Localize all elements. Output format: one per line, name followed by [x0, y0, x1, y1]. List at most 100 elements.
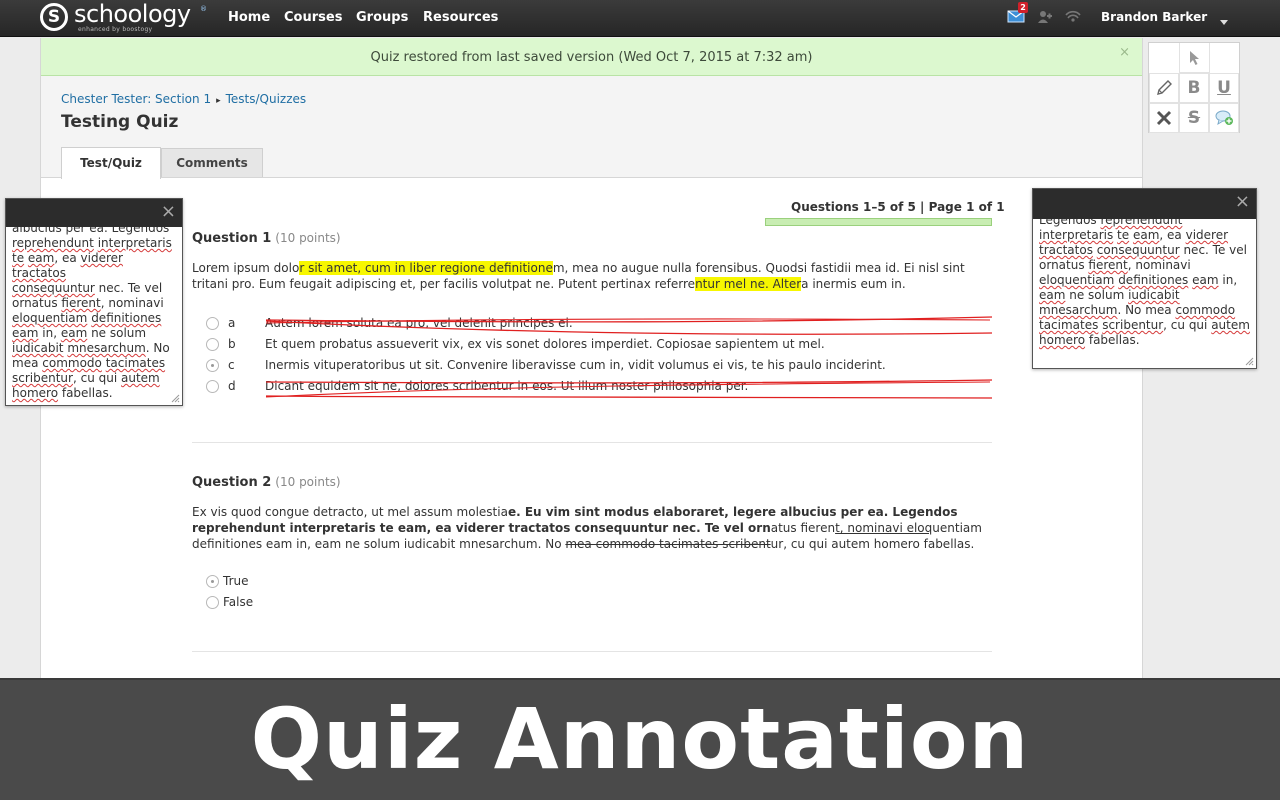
note-word: nec. Te vel: [1179, 243, 1247, 257]
note-word: , ea: [1159, 228, 1186, 242]
question-1-title: Question 1 (10 points): [192, 231, 341, 246]
radio-button[interactable]: [206, 596, 219, 609]
question-1-label: Question 1: [192, 231, 272, 246]
user-menu-name[interactable]: Brandon Barker: [1101, 10, 1207, 24]
note-word: , nominavi: [1127, 258, 1191, 272]
nav-home[interactable]: Home: [228, 10, 270, 25]
strikethrough-text[interactable]: mea commodo tacimates scribent: [565, 537, 770, 551]
annotation-note-right[interactable]: Legendos reprehendunt interpretaris te e…: [1032, 188, 1257, 369]
note-word: eam: [1132, 228, 1160, 242]
flash-close-icon[interactable]: ×: [1119, 45, 1130, 60]
breadcrumb-separator-icon: ▸: [216, 96, 221, 106]
note-word: consequuntur: [12, 281, 95, 295]
schoology-logo[interactable]: S schoology ® enhanced by boostogy: [40, 0, 210, 35]
notifications-icon[interactable]: [1065, 9, 1083, 25]
messages-icon[interactable]: 2: [1007, 2, 1028, 25]
radio-button-selected[interactable]: [206, 575, 219, 588]
main-content-panel: Quiz restored from last saved version (W…: [40, 38, 1143, 678]
choice-letter: d: [228, 379, 236, 393]
resize-handle-icon[interactable]: [1244, 356, 1254, 366]
note-word: viderer: [80, 251, 123, 265]
note-text[interactable]: Legendos reprehendunt interpretaris te e…: [1039, 213, 1250, 348]
note-word: tacimates: [1039, 318, 1099, 332]
note-word: tacimates: [105, 356, 166, 370]
highlighted-text[interactable]: r sit amet, cum in liber regione definit…: [299, 261, 553, 275]
note-word: commodo: [1175, 303, 1236, 317]
tab-test-quiz[interactable]: Test/Quiz: [61, 147, 161, 179]
breadcrumb-section-link[interactable]: Tests/Quizzes: [226, 92, 307, 106]
note-header[interactable]: ×: [1033, 189, 1256, 219]
quiz-progress-bar: [765, 218, 992, 226]
pen-strikeout-annotation[interactable]: [264, 378, 994, 400]
logo-s-icon: S: [40, 3, 68, 31]
logo-wordmark: schoology: [74, 0, 191, 28]
radio-button[interactable]: [206, 317, 219, 330]
logo-tagline: enhanced by boostogy: [78, 26, 153, 33]
radio-button[interactable]: [206, 380, 219, 393]
note-word: eam: [1192, 273, 1219, 287]
breadcrumb-course-link[interactable]: Chester Tester: Section 1: [61, 92, 211, 106]
note-word: fierent: [61, 296, 101, 310]
note-header-cover[interactable]: ×: [6, 199, 182, 227]
question-2-title: Question 2 (10 points): [192, 475, 341, 490]
note-word: tractatos: [1039, 243, 1093, 257]
strikethrough-tool-icon[interactable]: S: [1179, 103, 1209, 133]
note-word: homero: [1039, 333, 1086, 347]
note-word: eam: [12, 326, 39, 340]
bold-tool-icon[interactable]: B: [1179, 73, 1209, 103]
note-word: commodo: [42, 356, 102, 370]
cross-out-tool-icon[interactable]: [1149, 103, 1179, 133]
note-word: reprehendunt: [12, 236, 94, 250]
note-word: iudicabit: [1128, 288, 1180, 302]
note-word: in,: [1218, 273, 1238, 287]
requests-icon[interactable]: [1037, 9, 1055, 25]
tab-comments[interactable]: Comments: [161, 148, 263, 177]
choice-letter: c: [228, 358, 235, 372]
radio-button-selected[interactable]: [206, 359, 219, 372]
nav-resources[interactable]: Resources: [423, 10, 498, 25]
caption-banner: Quiz Annotation: [0, 678, 1280, 800]
resize-handle-icon[interactable]: [170, 393, 180, 403]
underlined-text[interactable]: t, nominavi eloq: [835, 521, 932, 535]
note-word: scribentur: [1102, 318, 1164, 332]
note-word: . No: [145, 341, 170, 355]
flash-message-text: Quiz restored from last saved version (W…: [370, 50, 813, 65]
note-word: , cu qui: [72, 371, 121, 385]
note-word: fabellas.: [1085, 333, 1140, 347]
option-label: False: [223, 595, 254, 609]
pen-strikeout-annotation[interactable]: [264, 314, 994, 336]
option-label: True: [223, 574, 249, 588]
pen-tool-icon[interactable]: [1149, 73, 1179, 103]
note-word: . No mea: [1117, 303, 1176, 317]
note-word: mnesarchum: [67, 341, 146, 355]
note-word: eam: [27, 251, 55, 265]
nav-groups[interactable]: Groups: [356, 10, 408, 25]
note-word: mnesarchum: [1039, 303, 1118, 317]
choice-letter: a: [228, 316, 236, 330]
message-count-badge: 2: [1018, 2, 1028, 13]
annotation-note-left[interactable]: × albucius per ea. Legendos reprehendunt…: [5, 198, 183, 406]
close-icon[interactable]: ×: [1235, 192, 1250, 212]
question-1-points: (10 points): [275, 231, 341, 245]
radio-button[interactable]: [206, 338, 219, 351]
note-word: te: [12, 251, 25, 265]
chevron-down-icon[interactable]: [1219, 15, 1229, 25]
note-word: in,: [38, 326, 61, 340]
note-word: eam: [60, 326, 88, 340]
question-count-label: Questions 1–5 of 5 | Page 1 of 1: [791, 200, 1005, 214]
question-2-label: Question 2: [192, 475, 272, 490]
quiz-progress-fill: [766, 219, 991, 225]
note-word: eam: [1039, 288, 1066, 302]
note-word: consequuntur: [1096, 243, 1180, 257]
close-icon[interactable]: ×: [161, 202, 176, 222]
highlighted-text[interactable]: ntur mel ne. Alter: [695, 277, 802, 291]
note-word: eloquentiam: [12, 311, 88, 325]
note-word: fabellas.: [58, 386, 113, 400]
note-word: iudicabit: [12, 341, 64, 355]
select-cursor-icon[interactable]: [1179, 43, 1210, 73]
nav-courses[interactable]: Courses: [284, 10, 342, 25]
add-comment-icon[interactable]: [1209, 103, 1239, 133]
note-word: interpretaris: [1039, 228, 1114, 242]
underline-tool-icon[interactable]: U: [1209, 73, 1239, 103]
note-text[interactable]: albucius per ea. Legendos reprehendunt i…: [12, 221, 176, 401]
